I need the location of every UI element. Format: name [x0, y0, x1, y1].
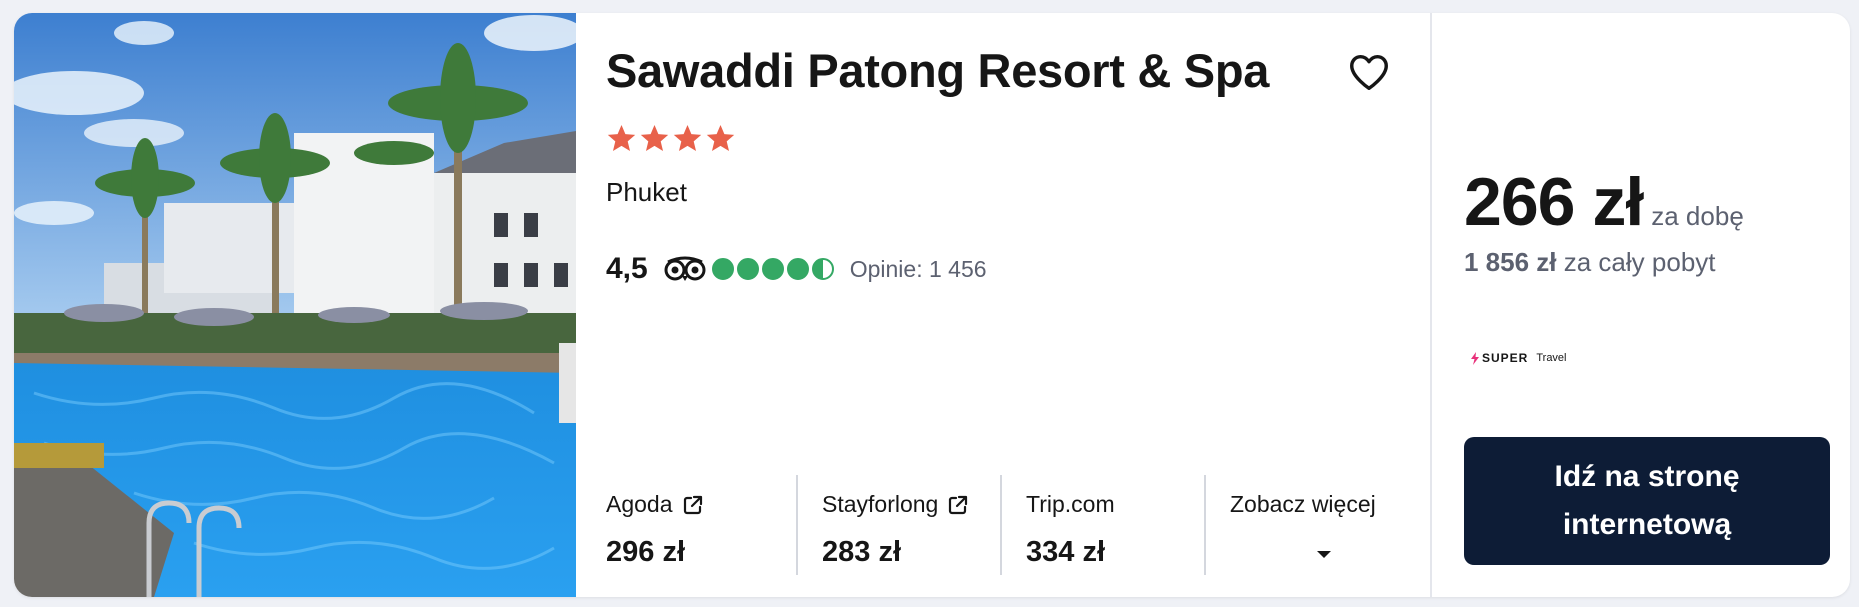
total-price-value: 1 856 zł	[1464, 247, 1557, 277]
review-rating: 4,5 Opinie: 1 456	[606, 249, 987, 289]
hotel-info: Sawaddi Patong Resort & Spa Phuket 4,5 O…	[576, 13, 1432, 597]
hotel-location: Phuket	[606, 177, 687, 207]
star-icon	[640, 124, 669, 152]
offer-provider-name[interactable]: Agoda	[606, 491, 673, 518]
rating-bubble	[736, 258, 759, 280]
offer-price[interactable]: 296 zł	[606, 536, 796, 569]
external-link-icon[interactable]	[681, 493, 705, 517]
see-more-offers-button[interactable]: Zobacz więcej	[1204, 475, 1418, 575]
provider-brand-suffix: Travel	[1536, 352, 1567, 364]
rating-bubbles	[711, 258, 834, 280]
provider-brand: SUPER	[1482, 351, 1529, 365]
offer-stayforlong[interactable]: Stayforlong 283 zł	[796, 475, 1000, 575]
lightning-bolt-icon	[1471, 351, 1479, 365]
hotel-photo[interactable]	[14, 13, 576, 597]
offer-price[interactable]: 334 zł	[1026, 536, 1204, 569]
total-stay-price: 1 856 zł za cały pobyt	[1464, 247, 1716, 278]
nightly-price: 266 zł za dobę	[1464, 163, 1744, 241]
external-link-icon[interactable]	[946, 493, 970, 517]
partner-offers: Agoda 296 zł Stayforlong 283 zł Trip.com…	[606, 475, 1418, 575]
rating-bubble	[786, 258, 809, 280]
total-price-label: za cały pobyt	[1563, 247, 1716, 277]
offer-provider-name[interactable]: Stayforlong	[822, 491, 938, 518]
rating-bubble	[761, 258, 784, 280]
offer-provider-name[interactable]: Trip.com	[1026, 491, 1115, 518]
offer-price[interactable]: 283 zł	[822, 536, 1000, 569]
tripadvisor-owl-icon	[664, 256, 706, 281]
hotel-pool-photo	[14, 13, 576, 597]
hotel-star-rating	[606, 123, 736, 154]
price-per-night: 266 zł	[1464, 164, 1644, 240]
price-panel: 266 zł za dobę 1 856 zł za cały pobyt SU…	[1432, 13, 1850, 597]
rating-score: 4,5	[606, 252, 648, 285]
star-icon	[607, 124, 636, 152]
star-icon	[706, 124, 735, 152]
see-more-label[interactable]: Zobacz więcej	[1230, 491, 1376, 518]
offer-trip-com[interactable]: Trip.com 334 zł	[1000, 475, 1204, 575]
price-unit-label: za dobę	[1651, 201, 1744, 231]
rating-bubble	[811, 258, 834, 280]
caret-down-icon[interactable]	[1315, 548, 1333, 560]
review-count[interactable]: Opinie: 1 456	[850, 256, 987, 283]
go-to-website-button[interactable]: Idź na stronę internetową	[1464, 437, 1830, 565]
star-icon	[673, 124, 702, 152]
hotel-result-card[interactable]: Sawaddi Patong Resort & Spa Phuket 4,5 O…	[14, 13, 1850, 597]
rating-bubble	[711, 258, 734, 280]
hotel-name[interactable]: Sawaddi Patong Resort & Spa	[606, 43, 1269, 98]
offer-agoda[interactable]: Agoda 296 zł	[606, 475, 796, 575]
provider-logo: SUPER Travel	[1470, 351, 1567, 365]
favorite-heart-icon[interactable]	[1346, 49, 1392, 95]
